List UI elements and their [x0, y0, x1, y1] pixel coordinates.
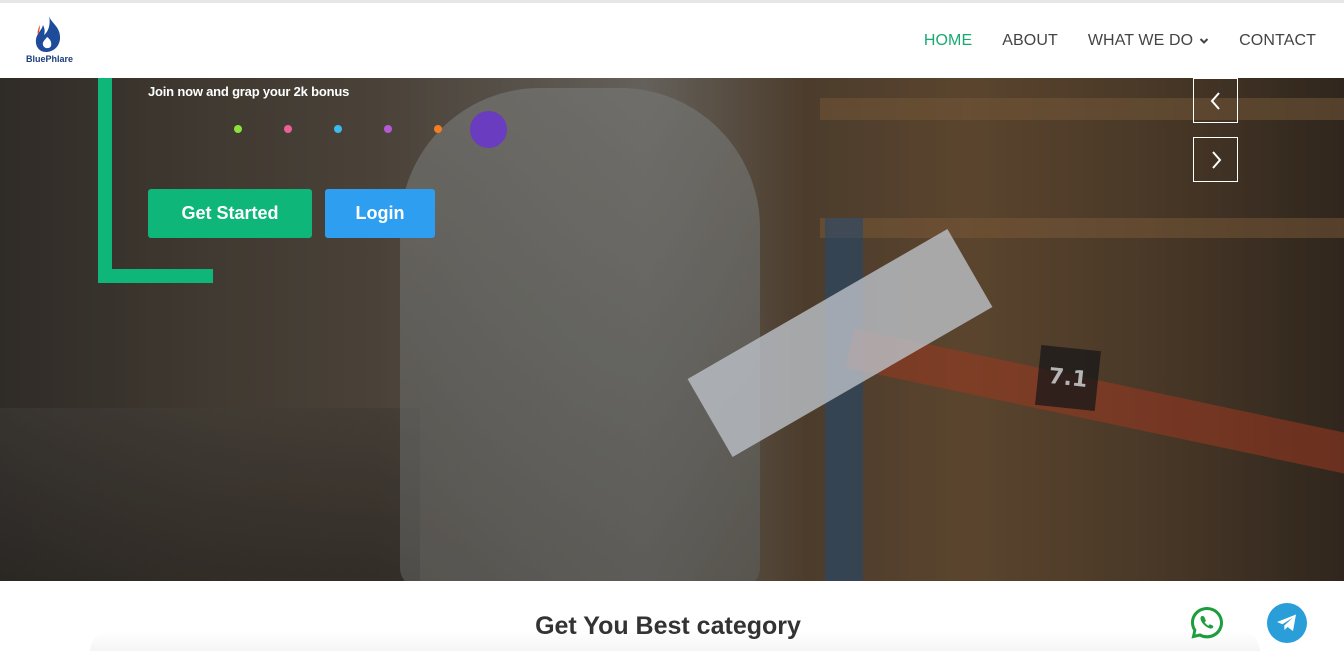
nav-home[interactable]: HOME — [924, 32, 972, 50]
hero-slider: 7.1 — [0, 78, 1344, 581]
slide-indicator-dot-active[interactable] — [470, 111, 507, 148]
main-nav: HOME ABOUT WHAT WE DO CONTACT — [894, 3, 1316, 78]
section-title: Get You Best category — [535, 612, 801, 640]
hero-overlay — [0, 78, 1344, 581]
get-started-button[interactable]: Get Started — [148, 189, 312, 238]
whatsapp-icon — [1191, 607, 1223, 639]
slide-indicator-dot[interactable] — [384, 125, 392, 133]
brand-logo[interactable]: BluePhlare — [24, 15, 74, 67]
chevron-right-icon — [1211, 150, 1221, 169]
chevron-down-icon — [1199, 37, 1209, 44]
login-button[interactable]: Login — [325, 189, 435, 238]
flame-logo-icon — [35, 16, 61, 52]
slide-indicator-dot[interactable] — [284, 125, 292, 133]
chevron-left-icon — [1210, 91, 1220, 110]
slide-indicator-dot[interactable] — [434, 125, 442, 133]
slider-prev-button[interactable] — [1193, 78, 1238, 123]
hero-subtitle: Join now and grap your 2k bonus — [148, 84, 350, 99]
brand-name: BluePhlare — [26, 54, 74, 64]
slide-indicator-dot[interactable] — [234, 125, 242, 133]
category-section: Get You Best category — [0, 581, 1344, 651]
nav-what-we-do-label: WHAT WE DO — [1087, 31, 1194, 49]
whatsapp-button[interactable] — [1188, 604, 1226, 642]
slider-next-button[interactable] — [1193, 137, 1238, 182]
hero-accent-bar-vertical — [98, 78, 112, 283]
nav-contact[interactable]: CONTACT — [1239, 32, 1316, 50]
site-header: BluePhlare HOME ABOUT WHAT WE DO CONTACT — [0, 3, 1344, 78]
telegram-button[interactable] — [1267, 603, 1307, 643]
nav-about[interactable]: ABOUT — [1002, 32, 1058, 50]
hero-accent-bar-horizontal — [98, 269, 213, 283]
nav-what-we-do[interactable]: WHAT WE DO — [1088, 32, 1209, 50]
telegram-icon — [1277, 614, 1296, 631]
slide-indicator-dot[interactable] — [334, 125, 342, 133]
